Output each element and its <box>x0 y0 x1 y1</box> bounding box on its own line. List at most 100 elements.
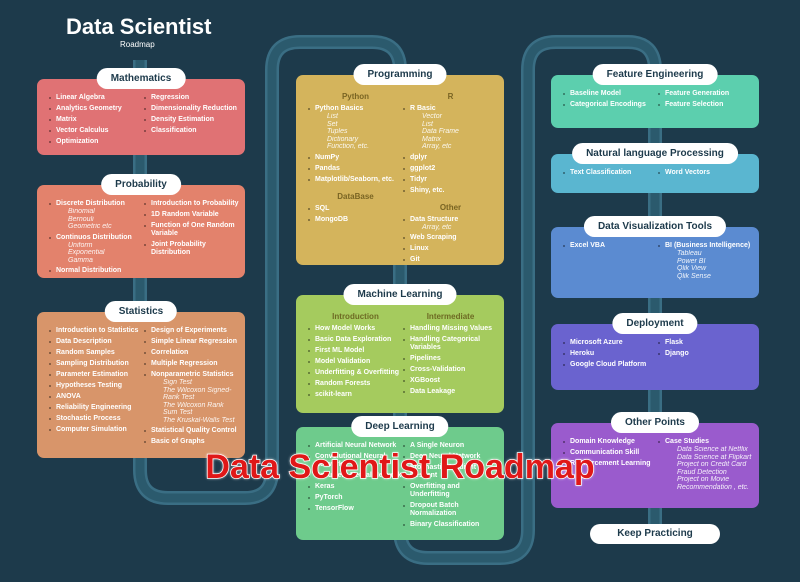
item-label: Nonparametric Statistics <box>151 371 234 378</box>
item-label: Text Classification <box>570 169 632 176</box>
list-item: Basic of Graphs <box>144 438 239 446</box>
sub-item: Geometric etc <box>68 223 112 230</box>
item-label: Vector Calculus <box>56 127 109 134</box>
list-item: Joint Probability Distribution <box>144 241 239 257</box>
list-item: Python Basics List Set Tuples Dictionary Func… <box>308 105 403 151</box>
list-item: Web Scraping <box>403 234 498 242</box>
item-label: Feature Generation <box>665 90 730 97</box>
list-item: Excel VBA <box>563 242 658 250</box>
item-label: Correlation <box>151 349 189 356</box>
item-label: Word Vectors <box>665 169 710 176</box>
item-label: Underfitting & Overfitting <box>315 369 399 376</box>
panel-column: Introduction How Model Works Basic Data Ex… <box>308 310 403 409</box>
list-item: Django <box>658 350 753 358</box>
item-label: Random Forests <box>315 380 371 387</box>
item-label: R Basic <box>410 105 436 112</box>
item-label: Statistical Quality Control <box>151 427 237 434</box>
item-label: Reliability Engineering <box>56 404 132 411</box>
sub-item: Tableau <box>677 250 702 257</box>
item-label: Normal Distribution <box>56 267 122 274</box>
item-label: Domain Knowledge <box>570 438 635 445</box>
sub-item: Sign Test <box>163 379 192 386</box>
item-label: How Model Works <box>315 325 376 332</box>
list-item: Categorical Encodings <box>563 101 658 109</box>
list-item: Feature Generation <box>658 90 753 98</box>
item-label: Google Cloud Platform <box>570 361 647 368</box>
list-item: Statistical Quality Control <box>144 427 239 435</box>
list-item: Flask <box>658 339 753 347</box>
list-item: BI (Business Intelligence) Tableau Power B… <box>658 242 753 280</box>
sub-item: Vector <box>422 113 442 120</box>
list-item: Dimensionality Reduction <box>144 105 239 113</box>
list-item: R Basic Vector List Data Frame Matrix Array, … <box>403 105 498 151</box>
list-item: Continuos Distribution Uniform Exponential… <box>49 234 144 265</box>
item-label: Cross-Validation <box>410 366 466 373</box>
watermark: Data Scientist Roadmap <box>205 447 596 487</box>
list-item: Dropout Batch Normalization <box>403 502 498 518</box>
panel-column: Feature Generation Feature Selection <box>658 90 753 124</box>
list-item: Linux <box>403 245 498 253</box>
list-item: Regression <box>144 94 239 102</box>
sub-item: Array, etc <box>422 223 452 231</box>
list-item: Git <box>403 256 498 264</box>
item-label: Django <box>665 350 689 357</box>
panel-feature-engineering: Feature Engineering Baseline Model Categor… <box>551 64 759 128</box>
item-label: Optimization <box>56 138 99 145</box>
item-label: Sampling Distribution <box>56 360 129 367</box>
panel-column: R R Basic Vector List Data Frame Matrix Array,… <box>403 90 498 264</box>
item-label: Model Validation <box>315 358 371 365</box>
group-heading: R <box>447 92 454 101</box>
list-item: Reliability Engineering <box>49 404 144 412</box>
item-label: Tidyr <box>410 175 427 183</box>
list-item: Matrix <box>49 116 144 124</box>
list-item: Introduction to Probability <box>144 200 239 208</box>
item-label: Handling Categorical Variables <box>410 336 481 351</box>
item-label: Continuos Distribution <box>56 233 132 241</box>
list-item: Basic Data Exploration <box>308 336 403 344</box>
sub-item: Bernouli <box>68 215 94 223</box>
list-item: Normal Distribution <box>49 267 144 275</box>
panel-column: Intermediate Handling Missing Values Handl… <box>403 310 498 409</box>
list-item: Shiny, etc. <box>403 187 498 195</box>
keep-practicing-pill: Keep Practicing <box>590 524 720 544</box>
list-item: Domain Knowledge <box>563 438 658 446</box>
item-label: Linear Algebra <box>56 94 105 101</box>
list-item: Design of Experiments <box>144 327 239 335</box>
item-label: NumPy <box>315 153 340 161</box>
list-item: Word Vectors <box>658 169 753 177</box>
panel-column: Baseline Model Categorical Encodings <box>563 90 658 124</box>
panel-title: Natural language Processing <box>572 143 738 164</box>
panel-column: Flask Django <box>658 339 753 386</box>
panel-column: Text Classification <box>563 169 658 189</box>
panel-deployment: Deployment Microsoft Azure Heroku Google Cl… <box>551 313 759 390</box>
list-item: Correlation <box>144 349 239 357</box>
item-label: Joint Probability Distribution <box>151 241 206 256</box>
item-label: Discrete Distribution <box>56 200 125 207</box>
list-item: TensorFlow <box>308 505 403 513</box>
sub-item: Array, etc <box>422 143 452 150</box>
list-item: Discrete Distribution Binomial Bernouli Geo… <box>49 200 144 231</box>
item-label: Matplotlib/Seaborn, etc. <box>315 175 394 183</box>
sub-item: List <box>422 120 433 128</box>
panel-title: Machine Learning <box>343 284 457 305</box>
list-item: Hypotheses Testing <box>49 382 144 390</box>
item-label: Flask <box>665 339 683 346</box>
page-title: Data Scientist <box>66 14 212 39</box>
sub-item: Power BI <box>677 257 706 265</box>
panel-title: Mathematics <box>96 68 186 89</box>
list-item: Model Validation <box>308 358 403 366</box>
list-item: Computer Simulation <box>49 426 144 434</box>
list-item: PyTorch <box>308 494 403 502</box>
sub-item: Matrix <box>422 135 442 143</box>
sub-item: The Wilcoxon Signed-Rank Test <box>163 386 232 402</box>
list-item: Function of One Random Variable <box>144 222 239 238</box>
item-label: ggplot2 <box>410 164 436 172</box>
list-item: Matplotlib/Seaborn, etc. <box>308 176 403 184</box>
panel-programming: Programming Python Python Basics List Set Tup… <box>296 64 504 265</box>
item-label: Introduction to Statistics <box>56 327 139 334</box>
panel-title: Other Points <box>610 412 700 433</box>
item-label: Web Scraping <box>410 234 457 241</box>
panel-title: Data Visualization Tools <box>583 216 727 237</box>
sub-item: List <box>327 113 338 120</box>
panel-data-visualization-tools: Data Visualization Tools Excel VBA BI (Bus… <box>551 216 759 298</box>
